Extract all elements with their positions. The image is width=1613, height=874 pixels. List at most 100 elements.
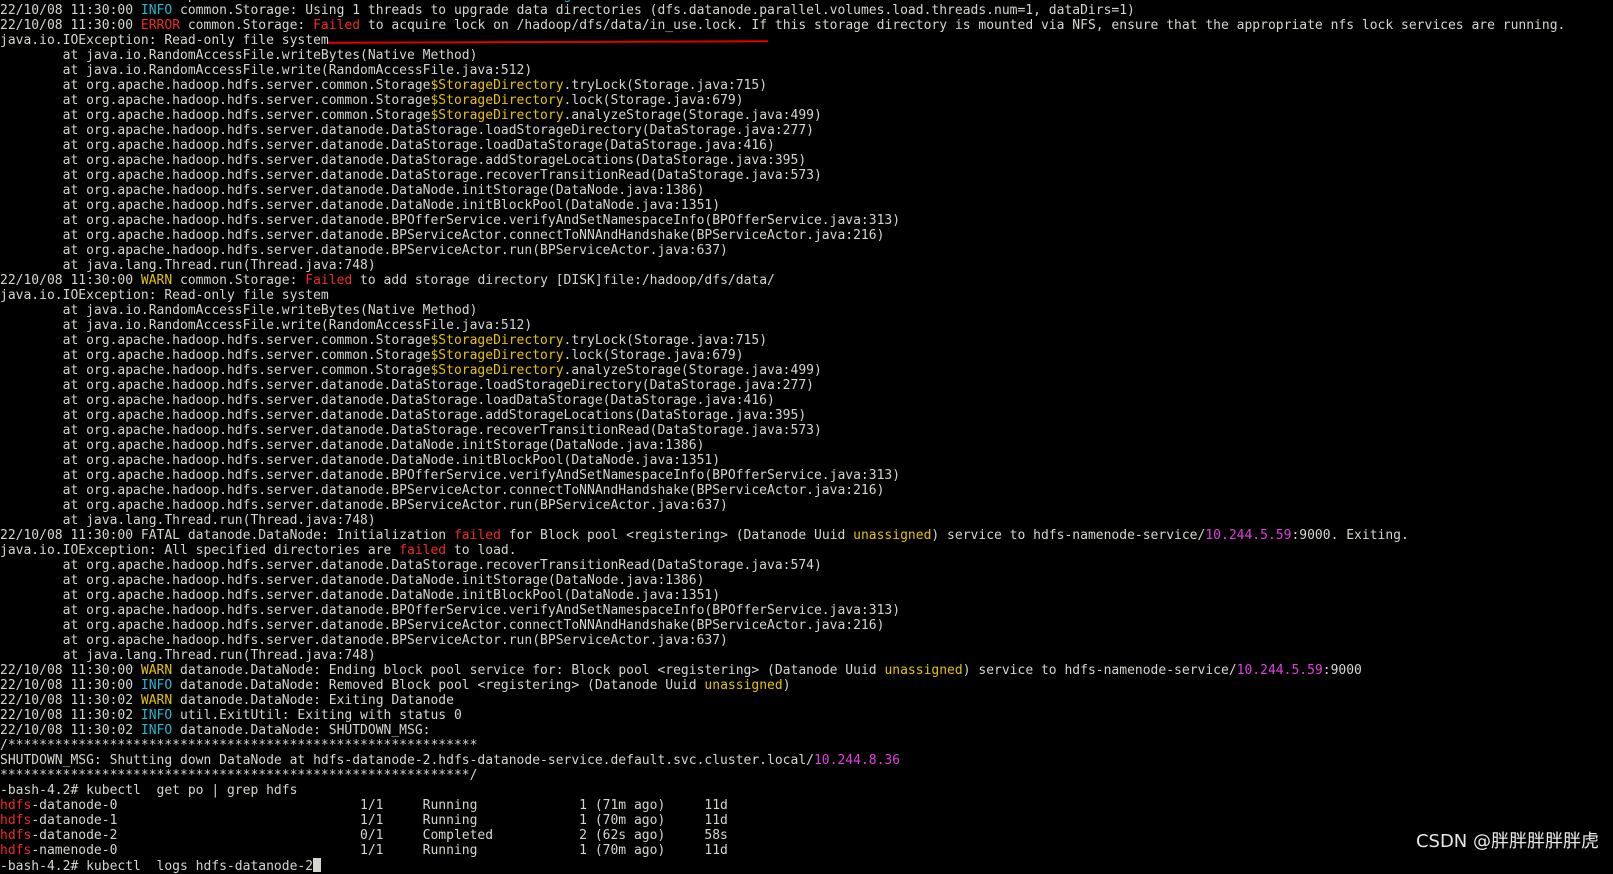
terminal-line: at org.apache.hadoop.hdfs.server.datanod… bbox=[0, 408, 1613, 423]
terminal-line: at java.io.RandomAccessFile.write(Random… bbox=[0, 63, 1613, 78]
terminal-line: at java.lang.Thread.run(Thread.java:748) bbox=[0, 648, 1613, 663]
terminal-text: datanode.DataNode: Removed Block pool <r… bbox=[172, 678, 705, 693]
terminal-text: at org.apache.hadoop.hdfs.server.datanod… bbox=[0, 558, 822, 573]
terminal-line: at org.apache.hadoop.hdfs.server.datanod… bbox=[0, 468, 1613, 483]
terminal-text: at org.apache.hadoop.hdfs.server.datanod… bbox=[0, 198, 721, 213]
terminal-text: .lock(Storage.java:679) bbox=[563, 93, 744, 108]
terminal-text: at java.io.RandomAccessFile.write(Random… bbox=[0, 63, 533, 78]
terminal-text: at org.apache.hadoop.hdfs.server.datanod… bbox=[0, 483, 885, 498]
terminal-text: ) service to hdfs-namenode-service/ bbox=[962, 663, 1237, 678]
terminal-line: hdfs-namenode-0 1/1 Running 1 (70m ago) … bbox=[0, 843, 1613, 858]
terminal-text: datanode.DataNode: Exiting Datanode bbox=[172, 693, 454, 708]
terminal-text: datanode.DataNode: SHUTDOWN_MSG: bbox=[172, 723, 431, 738]
terminal-text: :9000 bbox=[1322, 663, 1362, 678]
terminal-text: at org.apache.hadoop.hdfs.server.common.… bbox=[0, 333, 431, 348]
terminal-line: /***************************************… bbox=[0, 738, 1613, 753]
terminal-line: at org.apache.hadoop.hdfs.server.datanod… bbox=[0, 498, 1613, 513]
terminal-text: at org.apache.hadoop.hdfs.server.datanod… bbox=[0, 213, 901, 228]
terminal-text: 22/10/08 11:30:00 FATAL datanode.DataNod… bbox=[0, 528, 454, 543]
terminal-text: at org.apache.hadoop.hdfs.server.datanod… bbox=[0, 408, 807, 423]
terminal-text: $StorageDirectory bbox=[430, 78, 564, 93]
terminal-text: INFO bbox=[140, 708, 173, 723]
terminal-text: at org.apache.hadoop.hdfs.server.datanod… bbox=[0, 573, 705, 588]
terminal-line: SHUTDOWN_MSG: Shutting down DataNode at … bbox=[0, 753, 1613, 768]
terminal-text: 22/10/08 11:30:02 bbox=[0, 723, 141, 738]
terminal-text: $StorageDirectory bbox=[430, 93, 564, 108]
terminal-line: 22/10/08 11:30:00 ERROR common.Storage: … bbox=[0, 18, 1613, 33]
terminal-line: at org.apache.hadoop.hdfs.server.datanod… bbox=[0, 198, 1613, 213]
terminal-text: 10.244.5.59 bbox=[1236, 663, 1323, 678]
terminal-text: at org.apache.hadoop.hdfs.server.common.… bbox=[0, 108, 431, 123]
terminal-text: at org.apache.hadoop.hdfs.server.datanod… bbox=[0, 243, 728, 258]
terminal-text: .analyzeStorage(Storage.java:499) bbox=[563, 363, 822, 378]
terminal-line: at org.apache.hadoop.hdfs.server.datanod… bbox=[0, 453, 1613, 468]
terminal-line: hdfs-datanode-1 1/1 Running 1 (70m ago) … bbox=[0, 813, 1613, 828]
terminal-text: util.ExitUtil: Exiting with status 0 bbox=[172, 708, 462, 723]
terminal-line: at org.apache.hadoop.hdfs.server.common.… bbox=[0, 348, 1613, 363]
terminal-line: java.io.IOException: Read-only file syst… bbox=[0, 288, 1613, 303]
terminal-text: at org.apache.hadoop.hdfs.server.datanod… bbox=[0, 438, 705, 453]
terminal-line: at org.apache.hadoop.hdfs.server.datanod… bbox=[0, 618, 1613, 633]
terminal-text: failed bbox=[453, 528, 501, 543]
terminal-line: 22/10/08 11:30:00 INFO common.Storage: U… bbox=[0, 3, 1613, 18]
terminal-line: at org.apache.hadoop.hdfs.server.datanod… bbox=[0, 423, 1613, 438]
terminal-line: 22/10/08 11:30:02 WARN datanode.DataNode… bbox=[0, 693, 1613, 708]
terminal-line: at org.apache.hadoop.hdfs.server.datanod… bbox=[0, 483, 1613, 498]
terminal-text: java.io.IOException: All specified direc… bbox=[0, 543, 400, 558]
terminal-text: at java.io.RandomAccessFile.writeBytes(N… bbox=[0, 48, 478, 63]
terminal-text: at java.io.RandomAccessFile.write(Random… bbox=[0, 318, 533, 333]
terminal-text: 22/10/08 11:30:00 bbox=[0, 273, 141, 288]
terminal-text: at org.apache.hadoop.hdfs.server.datanod… bbox=[0, 153, 807, 168]
terminal-text: INFO bbox=[140, 723, 173, 738]
terminal-text: -namenode-0 1/1 Running 1 (70m ago) 11d bbox=[31, 843, 728, 858]
terminal-line: at java.lang.Thread.run(Thread.java:748) bbox=[0, 258, 1613, 273]
terminal-text: 22/10/08 11:30:00 bbox=[0, 18, 141, 33]
terminal-text: 10.244.8.36 bbox=[813, 753, 901, 768]
terminal-text: at java.lang.Thread.run(Thread.java:748) bbox=[0, 258, 376, 273]
terminal-text: to add storage directory [DISK]file:/had… bbox=[352, 273, 775, 288]
terminal-text: at org.apache.hadoop.hdfs.server.datanod… bbox=[0, 588, 721, 603]
terminal-text: at org.apache.hadoop.hdfs.server.datanod… bbox=[0, 633, 728, 648]
terminal-text: .analyzeStorage(Storage.java:499) bbox=[563, 108, 822, 123]
terminal-line: at java.io.RandomAccessFile.writeBytes(N… bbox=[0, 48, 1613, 63]
terminal-line: at org.apache.hadoop.hdfs.server.datanod… bbox=[0, 378, 1613, 393]
terminal-line: at org.apache.hadoop.hdfs.server.datanod… bbox=[0, 393, 1613, 408]
terminal-line: at org.apache.hadoop.hdfs.server.datanod… bbox=[0, 558, 1613, 573]
terminal-text: 22/10/08 11:30:02 bbox=[0, 708, 141, 723]
terminal-line: at org.apache.hadoop.hdfs.server.datanod… bbox=[0, 588, 1613, 603]
terminal-line: at org.apache.hadoop.hdfs.server.datanod… bbox=[0, 573, 1613, 588]
terminal-text: INFO bbox=[140, 3, 173, 18]
terminal-line: at org.apache.hadoop.hdfs.server.datanod… bbox=[0, 243, 1613, 258]
terminal-text: java.io.IOException: Read-only file syst… bbox=[0, 288, 329, 303]
terminal-text: for Block pool <registering> (Datanode U… bbox=[500, 528, 854, 543]
terminal-text: 22/10/08 11:30:00 bbox=[0, 663, 141, 678]
terminal-line: at org.apache.hadoop.hdfs.server.datanod… bbox=[0, 168, 1613, 183]
terminal-text: INFO bbox=[140, 678, 173, 693]
terminal-text: to load. bbox=[446, 543, 517, 558]
terminal-text: 10.244.5.59 bbox=[1205, 528, 1292, 543]
terminal-text: at org.apache.hadoop.hdfs.server.datanod… bbox=[0, 123, 814, 138]
terminal-text: 22/10/08 11:30:00 bbox=[0, 678, 141, 693]
terminal-line: at java.lang.Thread.run(Thread.java:748) bbox=[0, 513, 1613, 528]
terminal-text: -datanode-2 0/1 Completed 2 (62s ago) 58… bbox=[31, 828, 728, 843]
terminal-output[interactable]: 22/10/08 11:30:00 INFO ipc.Server: IPC S… bbox=[0, 0, 1613, 874]
terminal-text: hdfs bbox=[0, 798, 32, 813]
terminal-line: at org.apache.hadoop.hdfs.server.datanod… bbox=[0, 438, 1613, 453]
terminal-line: ****************************************… bbox=[0, 768, 1613, 783]
terminal-line: at org.apache.hadoop.hdfs.server.common.… bbox=[0, 93, 1613, 108]
terminal-text: unassigned bbox=[704, 678, 783, 693]
terminal-line: 22/10/08 11:30:02 INFO util.ExitUtil: Ex… bbox=[0, 708, 1613, 723]
terminal-text: at org.apache.hadoop.hdfs.server.common.… bbox=[0, 93, 431, 108]
terminal-text: at org.apache.hadoop.hdfs.server.datanod… bbox=[0, 498, 728, 513]
terminal-text: ****************************************… bbox=[0, 768, 478, 783]
terminal-line: at org.apache.hadoop.hdfs.server.datanod… bbox=[0, 138, 1613, 153]
terminal-text: at org.apache.hadoop.hdfs.server.datanod… bbox=[0, 468, 901, 483]
terminal-line: 22/10/08 11:30:00 WARN common.Storage: F… bbox=[0, 273, 1613, 288]
terminal-text: at org.apache.hadoop.hdfs.server.datanod… bbox=[0, 168, 822, 183]
terminal-text: -bash-4.2# kubectl get po | grep hdfs bbox=[0, 783, 298, 798]
watermark: CSDN @胖胖胖胖胖虎 bbox=[1415, 831, 1599, 852]
terminal-text: hdfs bbox=[0, 828, 32, 843]
terminal-text: at org.apache.hadoop.hdfs.server.datanod… bbox=[0, 618, 885, 633]
terminal-line: at org.apache.hadoop.hdfs.server.datanod… bbox=[0, 603, 1613, 618]
terminal-line: at org.apache.hadoop.hdfs.server.datanod… bbox=[0, 213, 1613, 228]
